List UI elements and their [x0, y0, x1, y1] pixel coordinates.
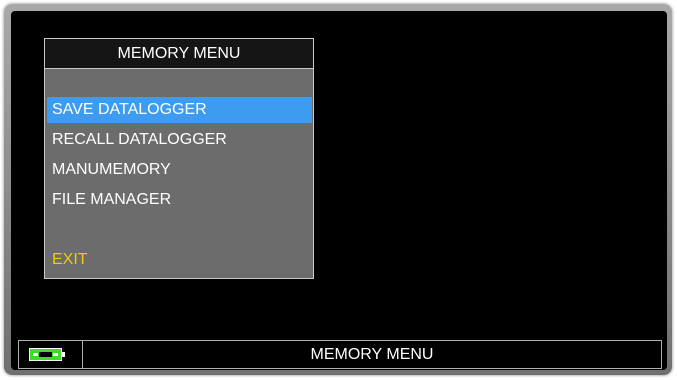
- status-bar: MEMORY MENU: [18, 340, 662, 369]
- battery-indicator: [19, 341, 83, 368]
- screen: MEMORY MENU SAVE DATALOGGER RECALL DATAL…: [11, 11, 667, 370]
- status-bar-title: MEMORY MENU: [310, 346, 434, 363]
- menu-item-exit[interactable]: EXIT: [47, 247, 312, 273]
- menu-item-save-datalogger[interactable]: SAVE DATALOGGER: [47, 97, 312, 123]
- menu-item-manumemory[interactable]: MANUMEMORY: [47, 157, 312, 183]
- menu-title: MEMORY MENU: [45, 39, 313, 69]
- menu-item-file-manager[interactable]: FILE MANAGER: [47, 187, 312, 213]
- memory-menu-panel: MEMORY MENU SAVE DATALOGGER RECALL DATAL…: [44, 38, 314, 279]
- menu-item-recall-datalogger[interactable]: RECALL DATALOGGER: [47, 127, 312, 153]
- battery-charging-icon: [29, 348, 65, 361]
